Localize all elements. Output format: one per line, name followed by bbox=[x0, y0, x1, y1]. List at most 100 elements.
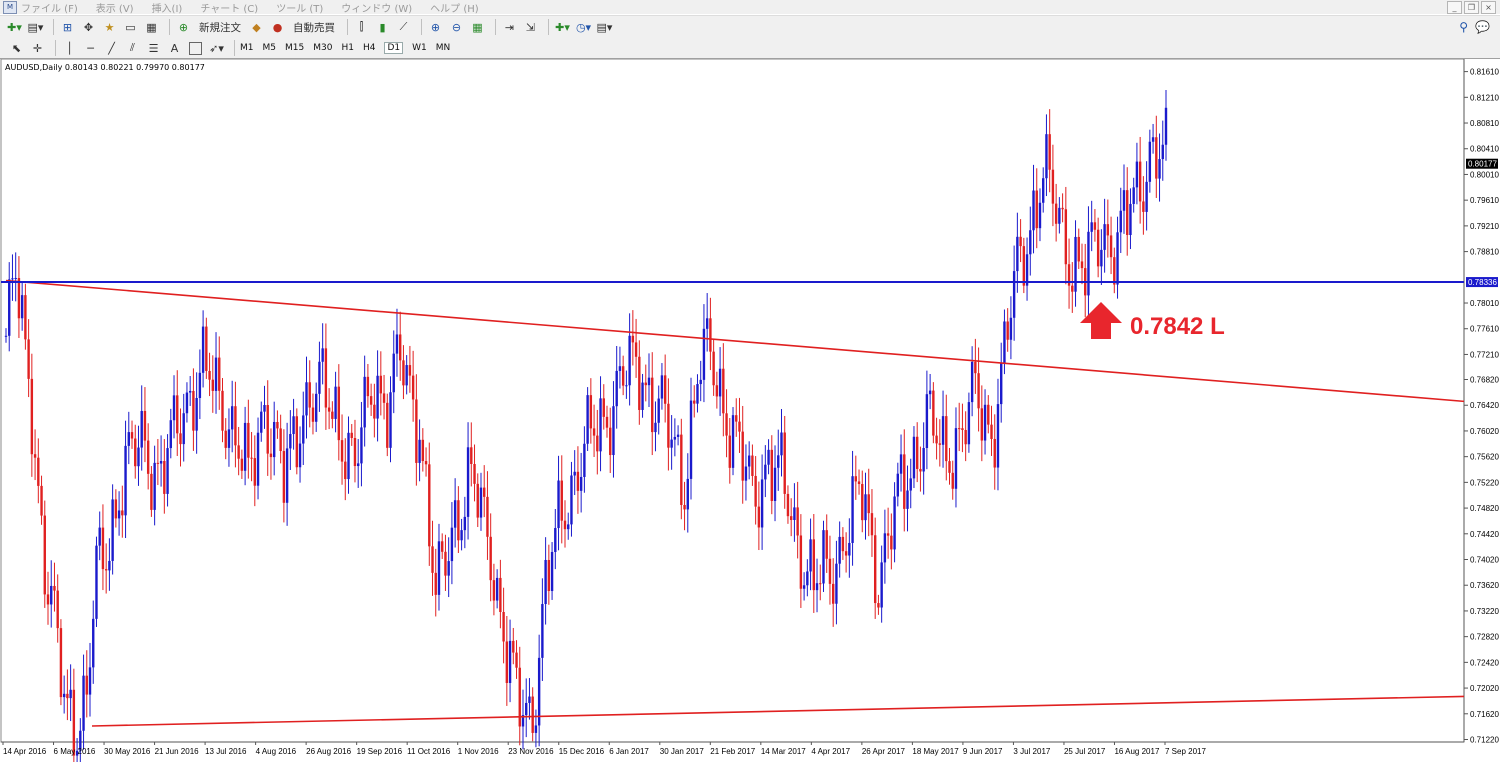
timeframe-mn[interactable]: MN bbox=[436, 43, 451, 53]
restore-icon[interactable]: ❐ bbox=[1464, 1, 1479, 14]
candlestick-icon[interactable]: ▮ bbox=[374, 19, 391, 36]
crosshair-icon[interactable]: ✛ bbox=[29, 40, 46, 57]
timeframe-w1[interactable]: W1 bbox=[412, 43, 427, 53]
candle-body bbox=[689, 400, 693, 479]
cursor-icon[interactable]: ⬉ bbox=[8, 40, 25, 57]
candle-body bbox=[754, 475, 757, 507]
tester-icon[interactable]: ▦ bbox=[143, 19, 160, 36]
candle-body bbox=[1093, 222, 1097, 230]
new-order-icon[interactable]: ⊕ bbox=[175, 19, 192, 36]
candle-body bbox=[625, 385, 628, 387]
candle-body bbox=[269, 453, 273, 458]
candle-body bbox=[851, 476, 854, 543]
timeframe-h1[interactable]: H1 bbox=[341, 43, 354, 53]
candle-body bbox=[699, 379, 702, 385]
indicators-icon[interactable]: ✚▾ bbox=[554, 19, 571, 36]
candle-body bbox=[812, 539, 815, 591]
auto-trading-icon[interactable]: ● bbox=[269, 19, 286, 36]
candle-body bbox=[260, 411, 263, 433]
horizontal-line-icon[interactable]: ─ bbox=[82, 40, 99, 57]
arrows-icon[interactable]: ➶▾ bbox=[208, 40, 225, 57]
chart-window[interactable]: 0.7842 L 0.81610 0.81210 0.80810 0.80410 0.80… bbox=[0, 58, 1500, 766]
templates-icon[interactable]: ▤▾ bbox=[596, 19, 613, 36]
candle-body bbox=[780, 432, 783, 456]
candle-body bbox=[376, 375, 379, 419]
timeframe-d1[interactable]: D1 bbox=[384, 42, 404, 54]
new-order-button[interactable]: 新規注文 bbox=[196, 19, 244, 36]
zoom-in-icon[interactable]: ⊕ bbox=[427, 19, 444, 36]
candle-body bbox=[137, 447, 140, 467]
line-chart-icon[interactable]: ⟋ bbox=[395, 19, 412, 36]
vertical-line-icon[interactable]: │ bbox=[61, 40, 78, 57]
candle-body bbox=[537, 657, 541, 726]
candle-body bbox=[873, 535, 877, 604]
candle-body bbox=[657, 398, 660, 423]
candle-body bbox=[864, 494, 867, 521]
x-tick-label: 16 Aug 2017 bbox=[1114, 747, 1159, 756]
chat-icon[interactable]: 💬 bbox=[1475, 20, 1490, 34]
fibonacci-icon[interactable]: ☰ bbox=[145, 40, 162, 57]
menu-window[interactable]: ウィンドウ (W) bbox=[341, 0, 412, 15]
candle-body bbox=[66, 693, 69, 699]
candle-body bbox=[108, 560, 111, 571]
text-icon[interactable]: A bbox=[166, 40, 183, 57]
candle-body bbox=[1035, 190, 1038, 229]
candle-body bbox=[576, 471, 580, 491]
menu-tools[interactable]: ツール (T) bbox=[276, 0, 323, 15]
candle-body bbox=[214, 357, 218, 391]
minimize-icon[interactable]: _ bbox=[1447, 1, 1462, 14]
menu-help[interactable]: ヘルプ (H) bbox=[430, 0, 479, 15]
menu-file[interactable]: ファイル (F) bbox=[21, 0, 78, 15]
timeframe-m15[interactable]: M15 bbox=[285, 43, 304, 53]
timeframe-h4[interactable]: H4 bbox=[363, 43, 376, 53]
candle-body bbox=[263, 405, 266, 412]
price-chart[interactable]: 0.7842 L 0.81610 0.81210 0.80810 0.80410 0.80… bbox=[0, 58, 1500, 766]
close-icon[interactable]: × bbox=[1481, 1, 1496, 14]
candle-body bbox=[466, 447, 470, 517]
candle-body bbox=[596, 435, 599, 452]
candle-body bbox=[705, 318, 709, 329]
candle-body bbox=[195, 398, 198, 431]
new-chart-icon[interactable]: ✚▾ bbox=[6, 19, 23, 36]
candle-body bbox=[777, 455, 780, 468]
y-tick-label: 0.76420 bbox=[1470, 401, 1499, 410]
data-window-icon[interactable]: ✥ bbox=[80, 19, 97, 36]
main-toolbar: ✚▾ ▤▾ ⊞ ✥ ★ ▭ ▦ ⊕ 新規注文 ◆ ● 自動売買 ⫿ ▮ ⟋ ⊕ … bbox=[0, 15, 1500, 38]
trend-line-icon[interactable]: ╱ bbox=[103, 40, 120, 57]
zoom-out-icon[interactable]: ⊖ bbox=[448, 19, 465, 36]
tile-windows-icon[interactable]: ▦ bbox=[469, 19, 486, 36]
candle-body bbox=[751, 455, 754, 476]
candle-body bbox=[285, 448, 289, 503]
y-tick-label: 0.81210 bbox=[1470, 93, 1499, 102]
metaeditor-icon[interactable]: ◆ bbox=[248, 19, 265, 36]
candle-body bbox=[424, 461, 428, 465]
chart-shift-icon[interactable]: ⇥ bbox=[501, 19, 518, 36]
toolbar-separator bbox=[55, 40, 56, 56]
menu-view[interactable]: 表示 (V) bbox=[96, 0, 134, 15]
profiles-icon[interactable]: ▤▾ bbox=[27, 19, 44, 36]
navigator-icon[interactable]: ★ bbox=[101, 19, 118, 36]
auto-trading-button[interactable]: 自動売買 bbox=[290, 19, 338, 36]
toolbar-separator bbox=[548, 19, 549, 35]
candle-body bbox=[366, 376, 370, 397]
candle-body bbox=[4, 335, 8, 337]
candle-body bbox=[767, 449, 770, 465]
x-tick-label: 6 Jan 2017 bbox=[609, 747, 649, 756]
market-watch-icon[interactable]: ⊞ bbox=[59, 19, 76, 36]
bar-chart-icon[interactable]: ⫿ bbox=[353, 19, 370, 36]
candle-body bbox=[602, 398, 605, 417]
periods-icon[interactable]: ◷▾ bbox=[575, 19, 592, 36]
timeframe-m5[interactable]: M5 bbox=[263, 43, 277, 53]
candle-body bbox=[1042, 178, 1045, 203]
candle-body bbox=[857, 481, 861, 485]
menu-charts[interactable]: チャート (C) bbox=[200, 0, 258, 15]
timeframe-m30[interactable]: M30 bbox=[313, 43, 332, 53]
channel-icon[interactable]: ⫽ bbox=[124, 40, 141, 57]
candle-body bbox=[146, 440, 150, 474]
auto-scroll-icon[interactable]: ⇲ bbox=[522, 19, 539, 36]
search-icon[interactable]: ⚲ bbox=[1459, 20, 1468, 34]
text-label-icon[interactable] bbox=[187, 40, 204, 57]
timeframe-m1[interactable]: M1 bbox=[240, 43, 254, 53]
terminal-icon[interactable]: ▭ bbox=[122, 19, 139, 36]
menu-insert[interactable]: 挿入(I) bbox=[152, 0, 183, 15]
